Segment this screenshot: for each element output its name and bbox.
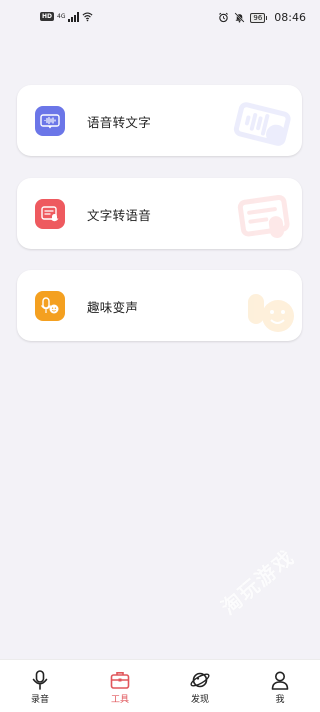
nav-label-recording: 录音 [30, 695, 49, 705]
mute-bell-icon [234, 12, 245, 23]
text-to-voice-card[interactable]: 文字转语音 [17, 178, 302, 249]
microphone-icon [32, 670, 48, 690]
voice-to-text-icon [35, 106, 65, 136]
planet-icon [190, 672, 210, 688]
signal-icon [68, 11, 80, 22]
text-to-voice-watermark-icon [237, 194, 290, 239]
status-right: 96 08:46 [218, 11, 306, 24]
hd-badge: HD [40, 12, 55, 21]
user-icon [271, 671, 289, 690]
network-type: 4G [57, 12, 66, 20]
clock: 08:46 [274, 11, 306, 24]
toolbox-icon [110, 672, 130, 689]
nav-label-discover: 发现 [190, 695, 209, 705]
voice-changer-icon [35, 291, 65, 321]
voice-changer-card[interactable]: 趣味变声 [17, 270, 302, 341]
wifi-icon [83, 12, 93, 22]
voice-to-text-watermark-icon [233, 102, 291, 146]
text-to-voice-icon [35, 199, 65, 229]
battery-level: 96 [250, 12, 266, 23]
status-bar: HD 4G 96 08:46 [0, 0, 320, 36]
site-watermark: 淘玩游戏 [216, 544, 300, 620]
nav-label-me: 我 [275, 695, 285, 705]
nav-item-tools[interactable]: 工具 [80, 660, 160, 712]
nav-item-recording[interactable]: 录音 [0, 660, 80, 712]
voice-changer-watermark-icon [248, 294, 294, 332]
text-to-voice-label: 文字转语音 [87, 208, 152, 223]
nav-item-discover[interactable]: 发现 [160, 660, 240, 712]
nav-label-tools: 工具 [110, 695, 129, 705]
nav-item-me[interactable]: 我 [240, 660, 320, 712]
status-left: HD 4G [40, 11, 93, 22]
alarm-icon [219, 12, 229, 23]
voice-changer-label: 趣味变声 [87, 300, 139, 315]
bottom-nav: 录音 工具 发现 我 [0, 659, 320, 712]
battery-icon: 96 [250, 12, 268, 23]
voice-to-text-label: 语音转文字 [87, 115, 152, 130]
voice-to-text-card[interactable]: 语音转文字 [17, 85, 302, 156]
